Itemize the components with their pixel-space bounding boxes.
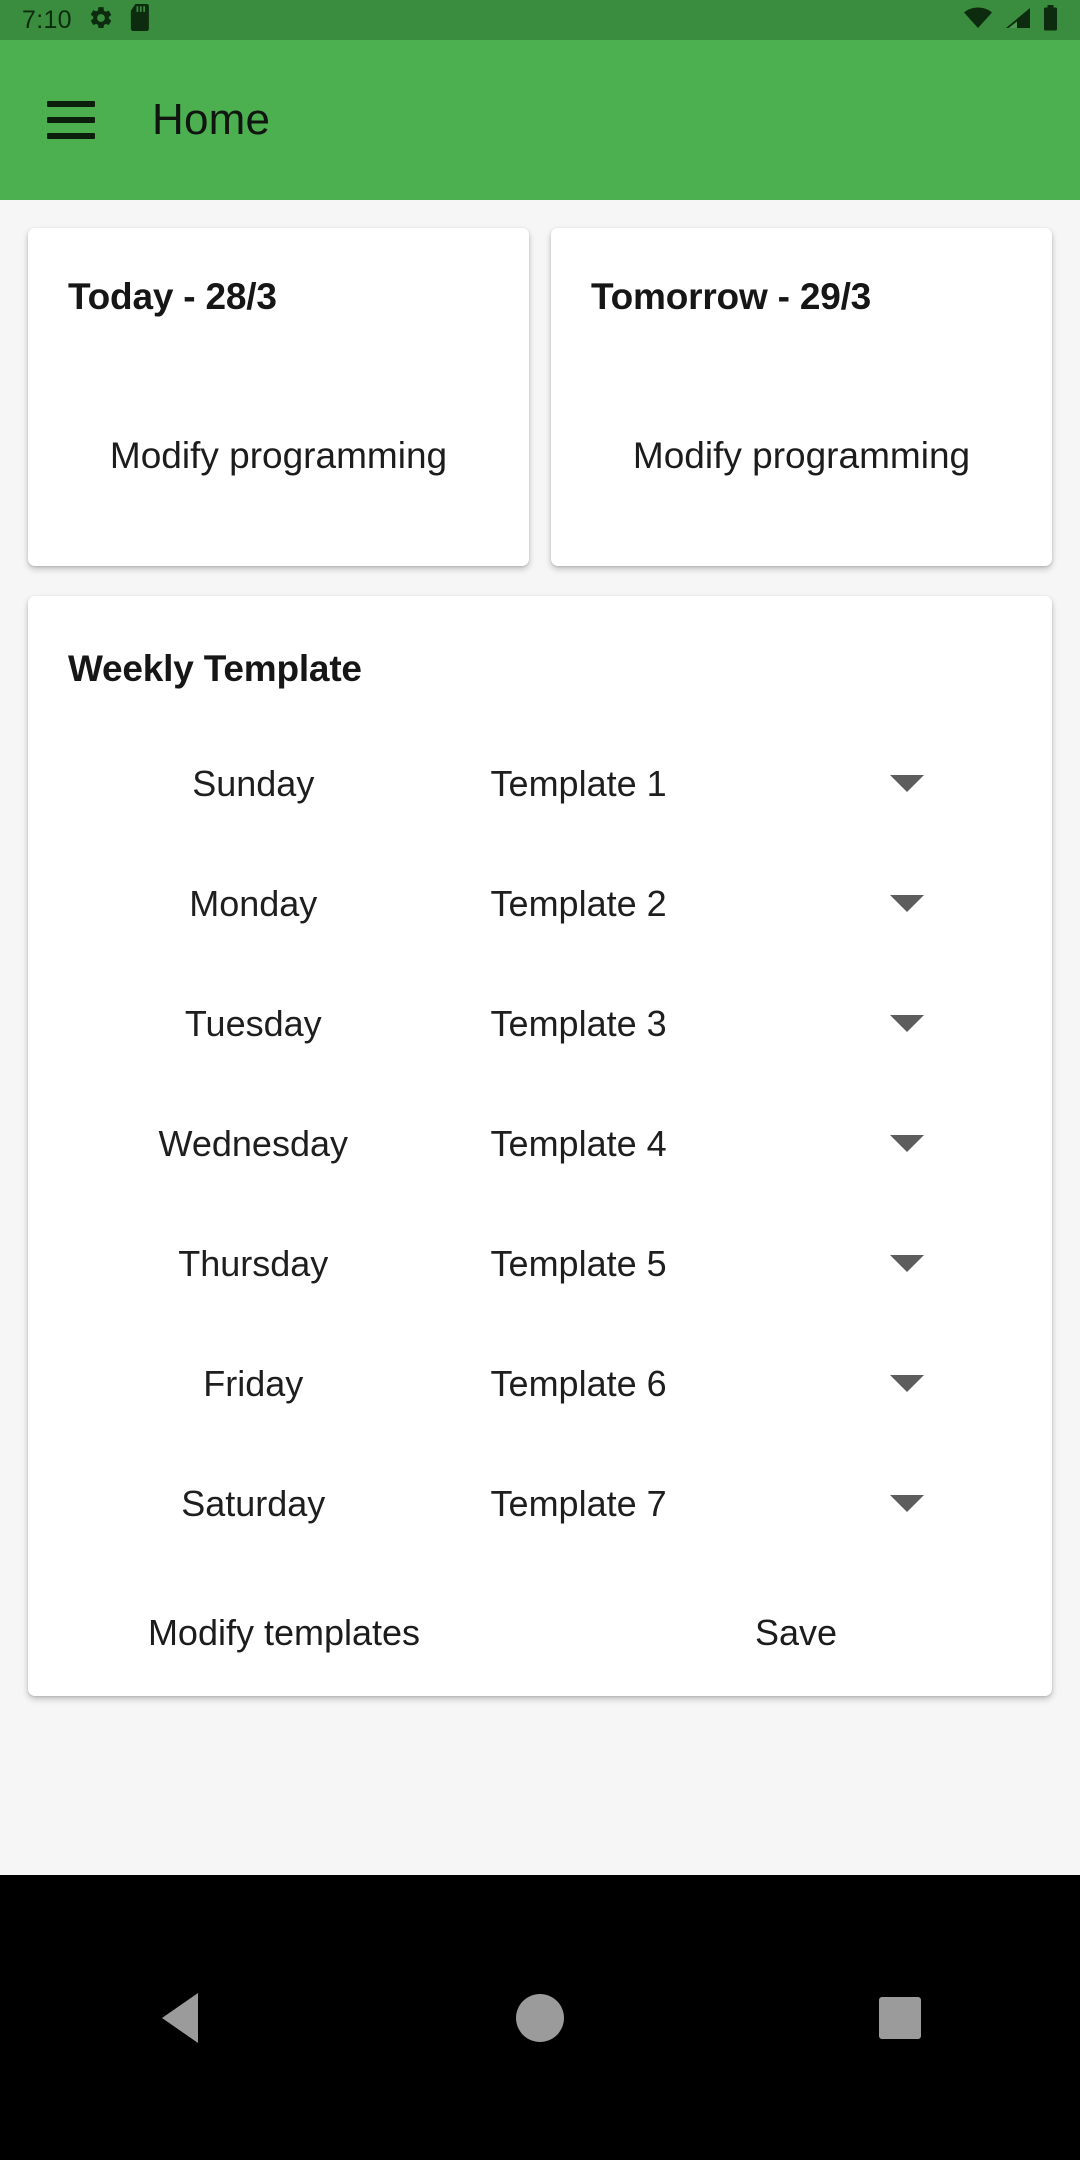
chevron-down-icon[interactable] [889, 1375, 924, 1393]
android-navigation-bar [0, 1875, 1080, 2160]
template-value[interactable]: Template 7 [491, 1483, 667, 1524]
template-value[interactable]: Template 6 [491, 1363, 667, 1404]
menu-line-3 [47, 133, 95, 139]
day-label: Wednesday [158, 1123, 348, 1164]
day-label: Monday [189, 883, 318, 924]
status-bar-left: 7:10 [22, 4, 152, 36]
template-value[interactable]: Template 3 [491, 1003, 667, 1044]
chevron-down-icon[interactable] [889, 1255, 924, 1273]
page-title: Home [152, 95, 271, 144]
today-modify-programming-button[interactable]: Modify programming [28, 407, 529, 477]
table-row: Thursday Template 5 [28, 1204, 1052, 1324]
back-triangle-icon [162, 1992, 198, 2043]
chevron-down-icon[interactable] [889, 1015, 924, 1033]
status-bar: 7:10 [0, 0, 1080, 40]
table-row: Wednesday Template 4 [28, 1084, 1052, 1204]
template-value[interactable]: Template 5 [491, 1243, 667, 1284]
chevron-down-icon[interactable] [889, 775, 924, 793]
chevron-down-icon[interactable] [889, 1495, 924, 1513]
home-button[interactable] [465, 1943, 615, 2093]
today-card-title: Today - 28/3 [68, 276, 277, 317]
back-button[interactable] [105, 1943, 255, 2093]
cellular-signal-icon [1004, 6, 1032, 35]
status-bar-clock: 7:10 [22, 5, 72, 34]
chevron-down-icon[interactable] [889, 895, 924, 913]
day-label: Sunday [192, 763, 315, 804]
day-label: Tuesday [184, 1003, 322, 1044]
day-label: Friday [203, 1363, 304, 1404]
menu-line-2 [47, 117, 95, 123]
battery-icon [1043, 4, 1058, 36]
table-row: Monday Template 2 [28, 844, 1052, 964]
tomorrow-card-title: Tomorrow - 29/3 [591, 276, 872, 317]
recents-button[interactable] [825, 1943, 975, 2093]
sd-card-icon [130, 4, 152, 36]
day-label: Saturday [181, 1483, 326, 1524]
gear-icon [88, 5, 114, 36]
app-bar: Home [0, 40, 1080, 200]
weekly-template-table: Sunday Template 1 Monday Template 2 Tues… [28, 724, 1052, 1564]
status-bar-right [963, 4, 1058, 36]
tomorrow-card: Tomorrow - 29/3 Modify programming [551, 228, 1052, 566]
modify-templates-button[interactable]: Modify templates [148, 1612, 420, 1653]
table-row: Friday Template 6 [28, 1324, 1052, 1444]
table-row: Sunday Template 1 [28, 724, 1052, 844]
wifi-icon [963, 6, 993, 35]
template-value[interactable]: Template 4 [491, 1123, 667, 1164]
weekly-template-title: Weekly Template [68, 648, 362, 689]
tomorrow-modify-programming-button[interactable]: Modify programming [551, 407, 1052, 477]
table-row: Saturday Template 7 [28, 1444, 1052, 1564]
main-content: Today - 28/3 Modify programming Tomorrow… [0, 200, 1080, 1875]
template-value[interactable]: Template 1 [491, 763, 667, 804]
table-row: Tuesday Template 3 [28, 964, 1052, 1084]
save-button[interactable]: Save [755, 1612, 837, 1653]
chevron-down-icon[interactable] [889, 1135, 924, 1153]
today-card: Today - 28/3 Modify programming [28, 228, 529, 566]
weekly-template-footer: Modify templates Save [28, 1612, 1052, 1654]
day-label: Thursday [178, 1243, 329, 1284]
home-circle-icon [516, 1993, 564, 2042]
hamburger-menu-icon[interactable] [34, 83, 108, 157]
weekly-template-card: Weekly Template Sunday Template 1 Monday… [28, 596, 1052, 1696]
template-value[interactable]: Template 2 [491, 883, 667, 924]
menu-line-1 [47, 101, 95, 107]
day-cards-row: Today - 28/3 Modify programming Tomorrow… [0, 200, 1080, 566]
recents-square-icon [879, 1996, 921, 2039]
